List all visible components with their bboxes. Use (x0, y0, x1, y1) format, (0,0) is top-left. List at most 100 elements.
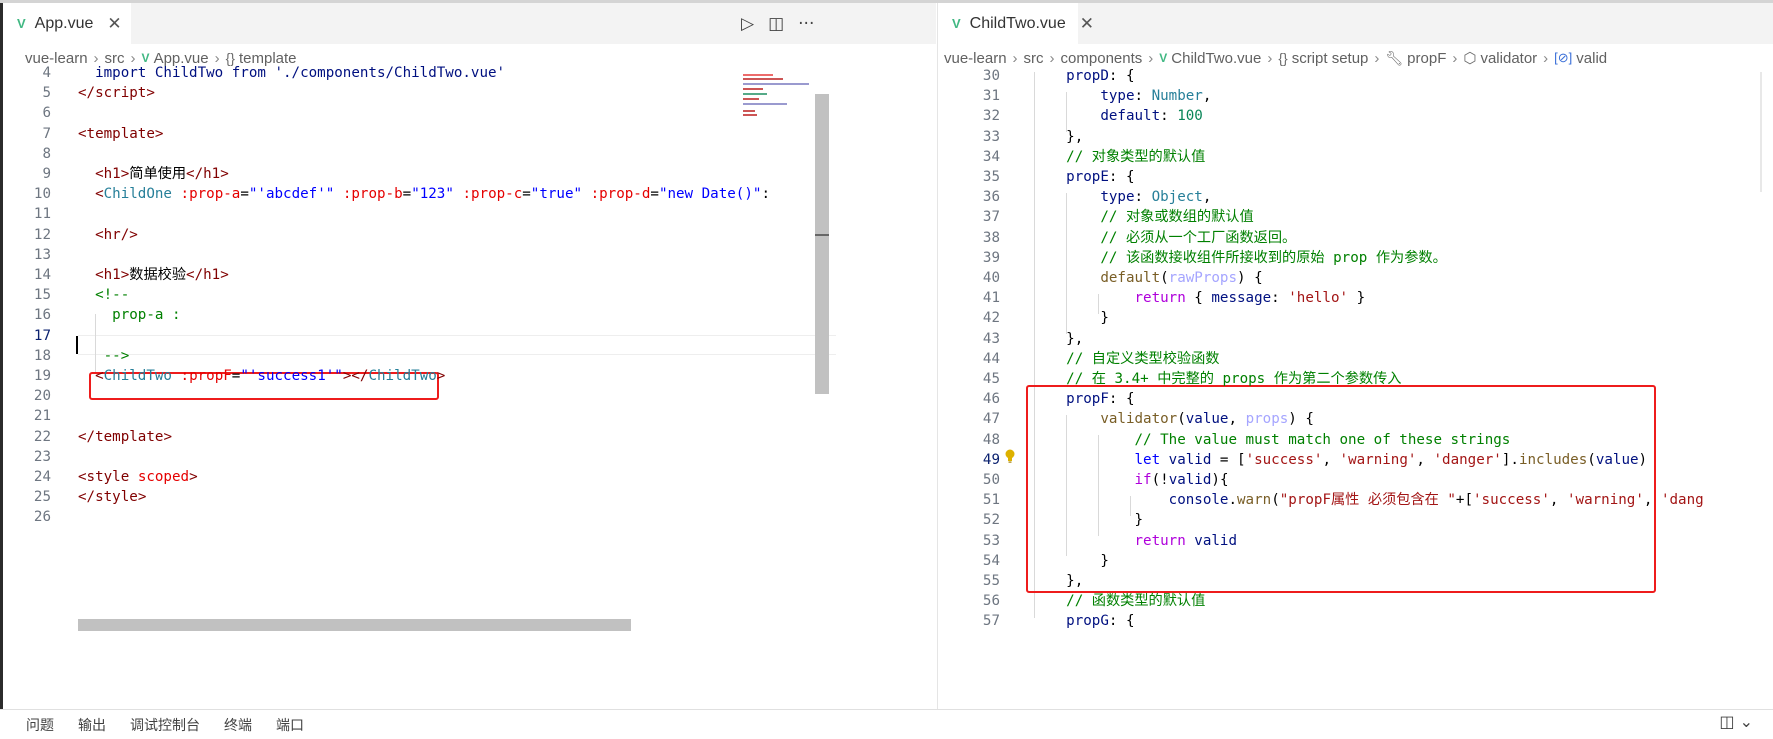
code-line[interactable]: 12 <hr/> (3, 225, 733, 245)
close-icon[interactable]: ✕ (1080, 14, 1094, 34)
code-line[interactable]: 41 return { message: 'hello' } (938, 288, 1758, 308)
breadcrumb-item[interactable]: vue-learn (944, 50, 1007, 67)
chevron-right-icon: › (1267, 49, 1273, 67)
code-line[interactable]: 20 (3, 386, 733, 406)
breadcrumb-item[interactable]: validator (1480, 50, 1537, 67)
code-line[interactable]: 49 let valid = ['success', 'warning', 'd… (938, 450, 1758, 470)
code-line[interactable]: 7 <template> (3, 124, 733, 144)
code-line[interactable]: 14 <h1>数据校验</h1> (3, 265, 733, 285)
code-editor-left[interactable]: 4 import ChildTwo from './components/Chi… (3, 65, 936, 709)
tab-debug-console[interactable]: 调试控制台 (130, 715, 200, 735)
code-line[interactable]: 15 <!-- (3, 285, 733, 305)
code-line[interactable]: 4 import ChildTwo from './components/Chi… (3, 63, 733, 83)
breadcrumb-item[interactable]: propF (1407, 50, 1446, 67)
code-line[interactable]: 36 type: Object, (938, 187, 1758, 207)
close-icon[interactable]: ✕ (107, 14, 121, 34)
code-line[interactable]: 34 // 对象类型的默认值 (938, 147, 1758, 167)
code-token: > (146, 85, 155, 102)
code-text: } (1032, 308, 1109, 328)
code-text: }, (1032, 571, 1083, 591)
breadcrumb-item[interactable]: ChildTwo.vue (1171, 50, 1261, 67)
code-token: h1 (103, 267, 121, 283)
code-token: template (86, 125, 155, 142)
code-line[interactable]: 30 propD: { (938, 66, 1758, 86)
code-token: { (1185, 290, 1212, 307)
more-actions-icon[interactable]: ··· (798, 14, 814, 34)
code-line[interactable]: 51 console.warn("propF属性 必须包含在 "+['succe… (938, 490, 1758, 510)
horizontal-scrollbar[interactable] (78, 619, 631, 631)
breadcrumb-item[interactable]: src (1024, 50, 1044, 67)
code-line[interactable]: 45 // 在 3.4+ 中完整的 props 作为第二个参数传入 (938, 369, 1758, 389)
code-line[interactable]: 25 </style> (3, 487, 733, 507)
code-line[interactable]: 48 // The value must match one of these … (938, 430, 1758, 450)
tab-output[interactable]: 输出 (78, 715, 106, 735)
code-line[interactable]: 19 <ChildTwo :propF="'success1'"></Child… (3, 366, 733, 386)
minimap[interactable] (739, 72, 811, 152)
code-line[interactable]: 56 // 函数类型的默认值 (938, 591, 1758, 611)
code-line[interactable]: 32 default: 100 (938, 106, 1758, 126)
tab-problems[interactable]: 问题 (26, 715, 54, 735)
code-token: 'success' (1473, 492, 1550, 509)
run-icon[interactable]: ▷ (741, 14, 754, 34)
code-token: "'success1'" (240, 368, 343, 384)
code-line[interactable]: 43 }, (938, 329, 1758, 349)
line-number: 46 (982, 391, 1000, 408)
code-line[interactable]: 35 propE: { (938, 167, 1758, 187)
code-line[interactable]: 10 <ChildOne :prop-a="'abcdef'" :prop-b=… (3, 184, 770, 204)
code-line[interactable]: 11 (3, 204, 733, 224)
line-number: 6 (42, 105, 51, 122)
code-line[interactable]: 44 // 自定义类型校验函数 (938, 349, 1758, 369)
tab-app-vue[interactable]: V App.vue ✕ (3, 3, 131, 44)
code-line[interactable]: 55 }, (938, 571, 1758, 591)
split-editor-icon[interactable]: ◫ (768, 14, 784, 34)
breadcrumb-item[interactable]: components (1061, 50, 1143, 67)
code-editor-right[interactable]: 30 propD: {31 type: Number, 32 default: 1… (938, 68, 1773, 709)
code-token: > (154, 125, 164, 142)
code-line[interactable]: 52 } (938, 510, 1758, 530)
code-line[interactable]: 17 (3, 326, 733, 346)
vertical-scrollbar[interactable] (815, 94, 829, 394)
code-line[interactable]: 13 (3, 245, 733, 265)
code-line[interactable]: 16 prop-a : (3, 305, 733, 325)
code-line[interactable]: 18 --> (3, 346, 733, 366)
code-token: ChildTwo (368, 368, 437, 384)
code-line[interactable]: 31 type: Number, (938, 86, 1758, 106)
code-line[interactable]: 37 // 对象或数组的默认值 (938, 207, 1758, 227)
code-line[interactable]: 24 <style scoped> (3, 467, 733, 487)
code-line[interactable]: 23 (3, 447, 733, 467)
code-line[interactable]: 22 </template> (3, 427, 733, 447)
code-line[interactable]: 54 } (938, 551, 1758, 571)
code-text: default: 100 (1032, 106, 1203, 126)
tab-label: ChildTwo.vue (969, 14, 1066, 32)
code-line[interactable]: 40 default(rawProps) { (938, 268, 1758, 288)
breadcrumb-item[interactable]: valid (1576, 50, 1607, 67)
code-line[interactable]: 46 propF: { (938, 389, 1758, 409)
code-line[interactable]: 8 (3, 144, 733, 164)
code-text: return valid (1032, 531, 1237, 551)
code-line[interactable]: 50 if(!valid){ (938, 470, 1758, 490)
code-text: prop-a : (78, 305, 180, 325)
breadcrumb-item[interactable]: script setup (1292, 50, 1369, 67)
code-line[interactable]: 26 (3, 507, 733, 527)
code-token: "new Date()" (658, 186, 762, 203)
code-token: < (95, 267, 104, 283)
code-line[interactable]: 47 validator(value, props) { (938, 409, 1758, 429)
panel-layout-icon[interactable]: ◫ ⌄ (1719, 712, 1753, 731)
tab-ports[interactable]: 端口 (276, 715, 304, 735)
code-line[interactable]: 33 }, (938, 127, 1758, 147)
code-line[interactable]: 9 <h1>简单使用</h1> (3, 164, 733, 184)
code-token: < (95, 166, 104, 182)
code-line[interactable]: 42 } (938, 308, 1758, 328)
code-text: // The value must match one of these str… (1032, 430, 1510, 450)
code-line[interactable]: 38 // 必须从一个工厂函数返回。 (938, 228, 1758, 248)
code-text: <hr/> (78, 225, 138, 245)
code-line[interactable]: 39 // 该函数接收组件所接收到的原始 prop 作为参数。 (938, 248, 1758, 268)
code-line[interactable]: 6 (3, 103, 733, 123)
code-line[interactable]: 21 (3, 406, 733, 426)
code-line[interactable]: 5 </script> (3, 83, 733, 103)
tab-terminal[interactable]: 终端 (224, 715, 252, 735)
code-line[interactable]: 57 propG: { (938, 611, 1758, 631)
code-token: console (1032, 492, 1229, 509)
code-line[interactable]: 53 return valid (938, 531, 1758, 551)
tab-childtwo-vue[interactable]: V ChildTwo.vue ✕ (938, 3, 1094, 44)
